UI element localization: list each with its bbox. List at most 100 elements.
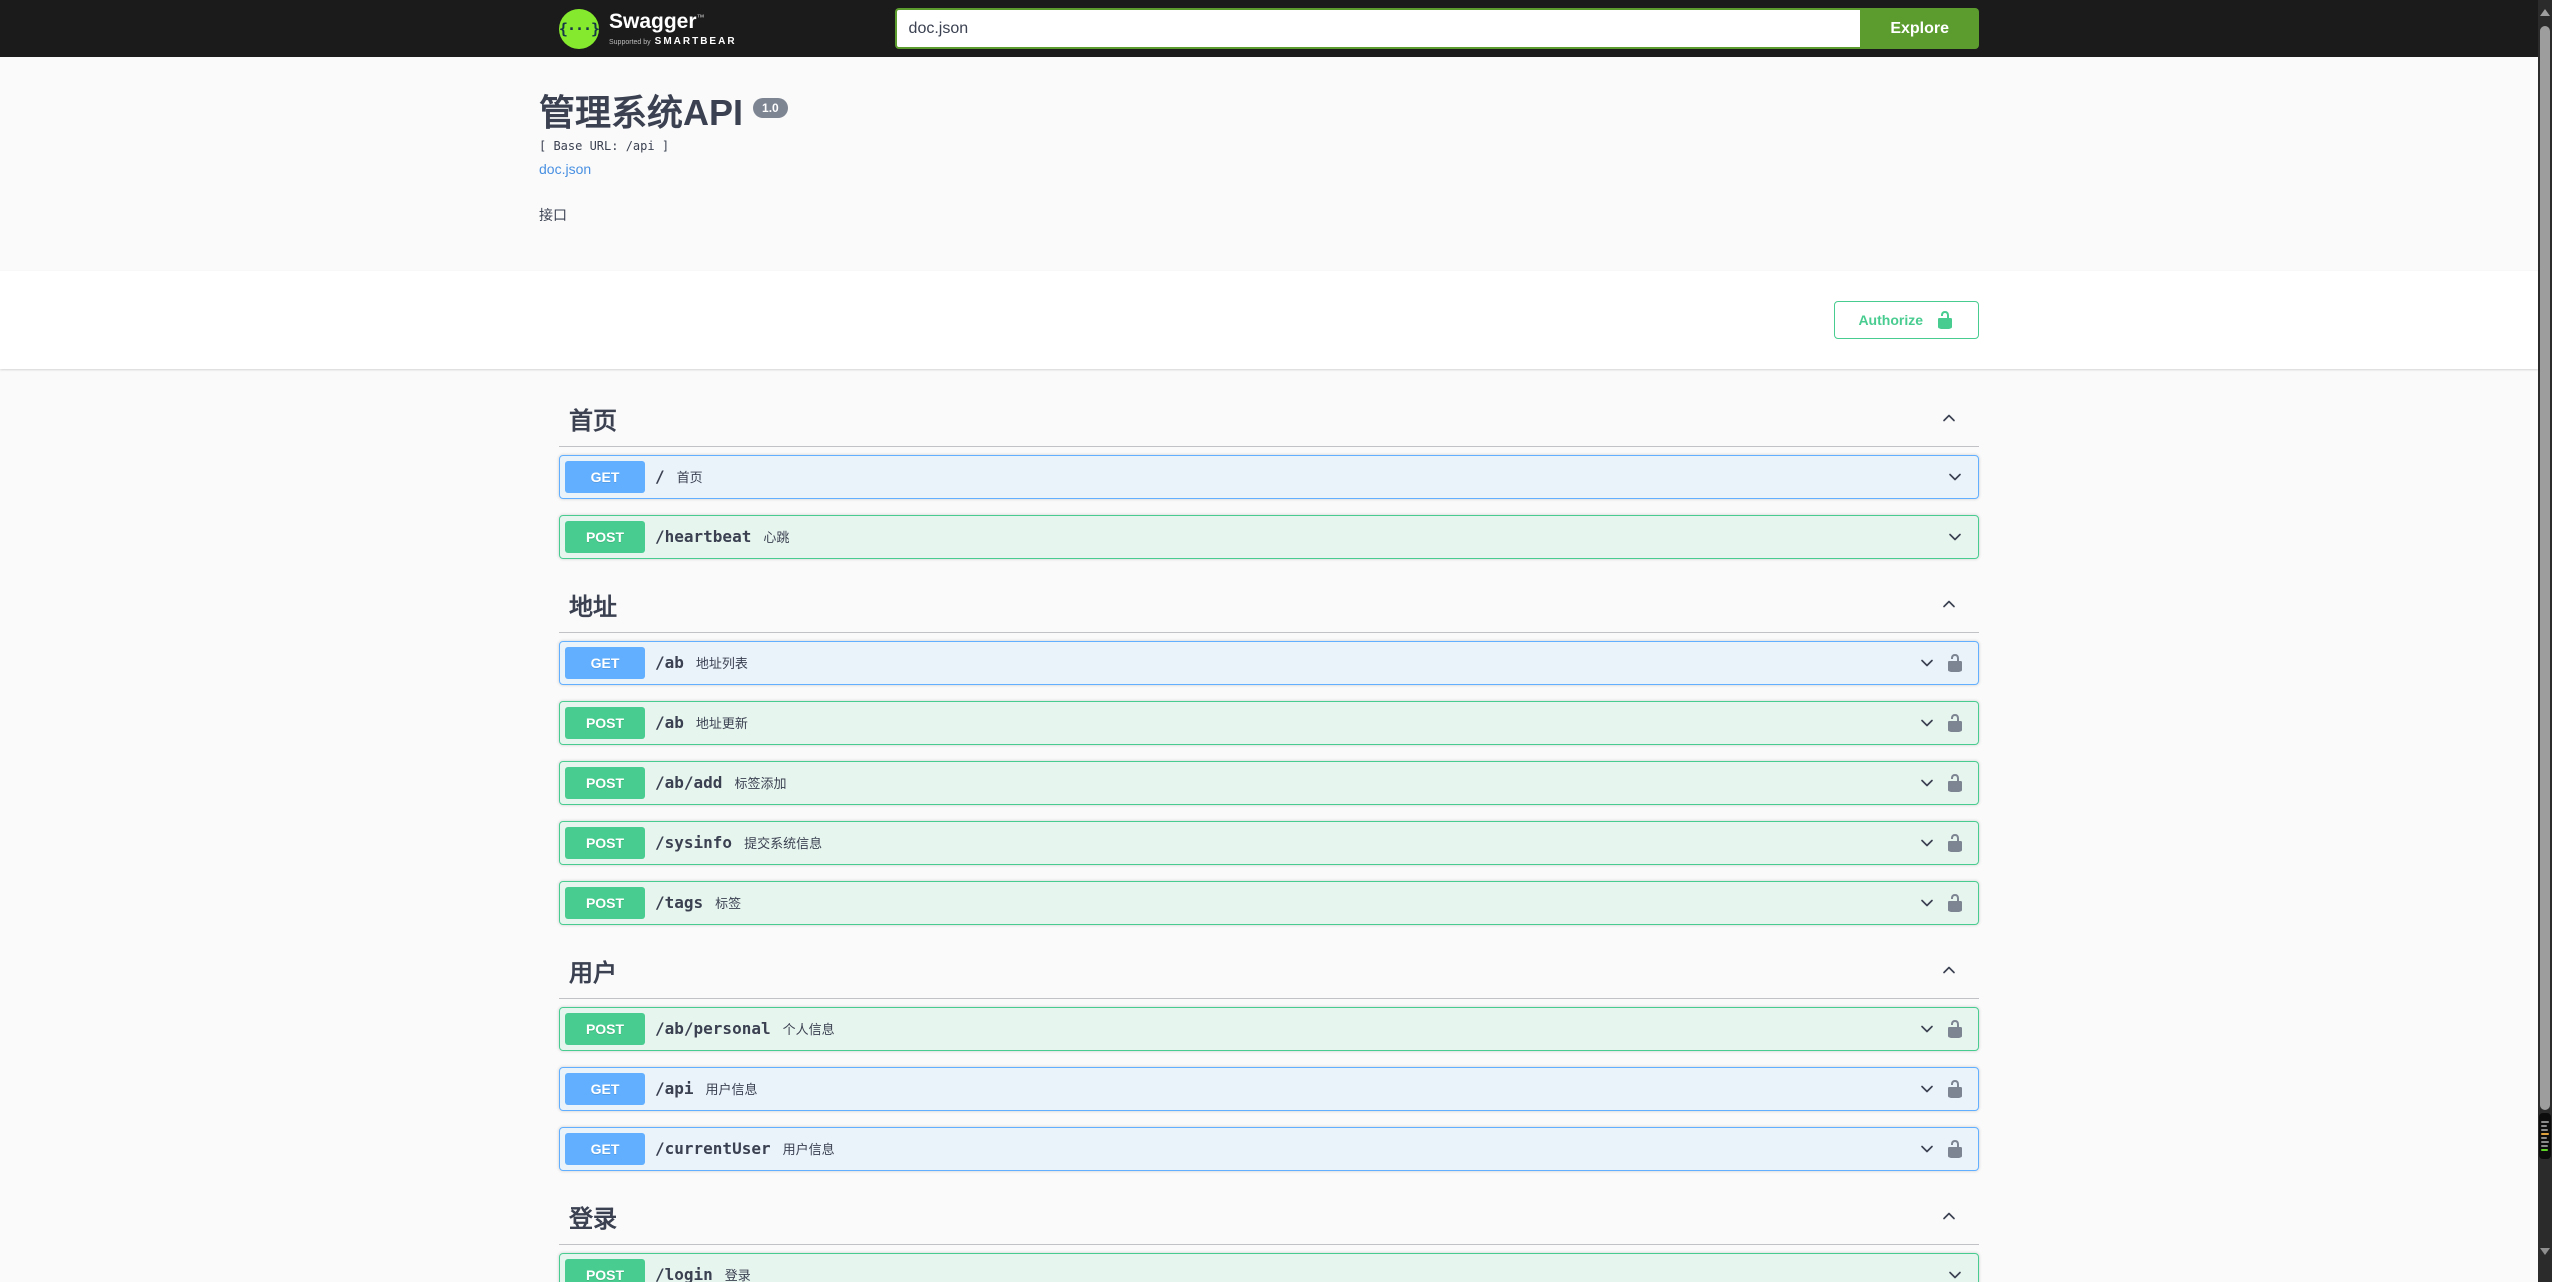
opblock-summary[interactable]: POST /sysinfo 提交系统信息 — [560, 822, 1978, 864]
chevron-down-icon — [1949, 473, 1961, 480]
swagger-logo-icon: {···} — [559, 8, 600, 49]
opblock: GET /api 用户信息 — [559, 1066, 1979, 1111]
smartbear-brand-label: SMARTBEAR — [654, 35, 737, 47]
opblock-summary[interactable]: POST /ab/add 标签添加 — [560, 762, 1978, 804]
scrollbar-marker-badge — [2539, 1113, 2551, 1159]
tag-section-home: 首页 GET / 首页 POST /heartbeat 心跳 — [559, 391, 1979, 559]
operation-summary: 标签添加 — [734, 776, 787, 792]
authorization-lock-button[interactable] — [1945, 773, 1965, 793]
base-url: [ Base URL: /api ] — [539, 138, 670, 153]
opblock: GET /ab 地址列表 — [559, 640, 1979, 685]
operation-summary: 用户信息 — [782, 1142, 835, 1158]
opblock: POST /ab/add 标签添加 — [559, 760, 1979, 805]
opblock-summary[interactable]: POST /login 登录 — [560, 1254, 1978, 1282]
authorization-lock-button[interactable] — [1945, 1019, 1965, 1039]
spec-url-input[interactable] — [894, 8, 1861, 49]
authorize-button[interactable]: Authorize — [1834, 300, 1979, 339]
chevron-down-icon — [1921, 1145, 1933, 1152]
authorize-label: Authorize — [1858, 311, 1923, 328]
opblock: POST /ab/personal 个人信息 — [559, 1006, 1979, 1051]
topbar: {···} Swagger™ Supported by SMARTBEAR Ex… — [0, 0, 2538, 57]
spec-url-form: Explore — [894, 8, 1979, 49]
operation-path: /ab — [655, 653, 684, 673]
chevron-up-icon — [1943, 600, 1955, 608]
api-title: 管理系统API 1.0 — [539, 93, 1999, 133]
tag-header-address[interactable]: 地址 — [559, 577, 1979, 633]
authorization-lock-button[interactable] — [1945, 893, 1965, 913]
unlocked-padlock-icon — [1948, 1139, 1962, 1158]
spec-link[interactable]: doc.json — [539, 161, 591, 177]
authorization-lock-button[interactable] — [1945, 653, 1965, 673]
operation-path: /currentUser — [655, 1139, 771, 1159]
tag-header-home[interactable]: 首页 — [559, 391, 1979, 447]
unlocked-padlock-icon — [1948, 1079, 1962, 1098]
version-badge: 1.0 — [753, 98, 788, 118]
tag-name: 地址 — [569, 593, 617, 621]
operation-path: /sysinfo — [655, 833, 733, 853]
tag-header-user[interactable]: 用户 — [559, 943, 1979, 999]
swagger-logo-text: Swagger™ — [609, 11, 737, 32]
trademark-mark: ™ — [696, 12, 705, 22]
supported-by-label: Supported by — [609, 38, 651, 46]
opblock-summary[interactable]: POST /ab 地址更新 — [560, 702, 1978, 744]
tag-name: 登录 — [569, 1205, 617, 1233]
tag-section-login: 登录 POST /login 登录 POST /loginStatus 登录状态 — [559, 1189, 1979, 1282]
tag-name: 首页 — [569, 407, 617, 435]
method-badge: POST — [565, 766, 645, 799]
opblock: POST /ab 地址更新 — [559, 700, 1979, 745]
tag-header-login[interactable]: 登录 — [559, 1189, 1979, 1245]
operations-wrapper: 首页 GET / 首页 POST /heartbeat 心跳 地址 GET /a… — [539, 391, 1999, 1282]
swagger-logo[interactable]: {···} Swagger™ Supported by SMARTBEAR — [559, 8, 737, 49]
method-badge: POST — [565, 1258, 645, 1282]
operation-summary: 地址更新 — [695, 716, 748, 732]
operation-path: /ab/personal — [655, 1019, 771, 1039]
opblock-summary[interactable]: GET /ab 地址列表 — [560, 642, 1978, 684]
operation-summary: 首页 — [676, 470, 703, 486]
operation-path: /ab — [655, 713, 684, 733]
info-section: 管理系统API 1.0 [ Base URL: /api ] doc.json 接… — [539, 57, 1999, 271]
operation-path: /api — [655, 1079, 694, 1099]
tag-section-address: 地址 GET /ab 地址列表 POST /ab 地址更新 POST /ab/a… — [559, 577, 1979, 925]
opblock-summary[interactable]: GET / 首页 — [560, 456, 1978, 498]
authorization-lock-button[interactable] — [1945, 833, 1965, 853]
chevron-down-icon — [1949, 533, 1961, 540]
chevron-down-icon — [1921, 839, 1933, 846]
scroll-up-arrow-icon[interactable] — [2540, 9, 2550, 16]
opblock-summary[interactable]: POST /ab/personal 个人信息 — [560, 1008, 1978, 1050]
chevron-down-icon — [1921, 899, 1933, 906]
vertical-scrollbar[interactable] — [2538, 0, 2552, 1282]
method-badge: POST — [565, 520, 645, 553]
operation-summary: 登录 — [724, 1268, 751, 1282]
opblock-summary[interactable]: POST /tags 标签 — [560, 882, 1978, 924]
operation-path: /tags — [655, 893, 704, 913]
authorization-lock-button[interactable] — [1945, 713, 1965, 733]
chevron-down-icon — [1921, 719, 1933, 726]
logo-title-text: Swagger — [609, 9, 697, 33]
scroll-down-arrow-icon[interactable] — [2540, 1248, 2550, 1255]
opblock-summary[interactable]: GET /currentUser 用户信息 — [560, 1128, 1978, 1170]
opblock: POST /sysinfo 提交系统信息 — [559, 820, 1979, 865]
operation-path: / — [655, 467, 665, 487]
opblock: GET /currentUser 用户信息 — [559, 1126, 1979, 1171]
unlocked-padlock-icon — [1938, 310, 1952, 329]
explore-button[interactable]: Explore — [1860, 8, 1979, 49]
chevron-down-icon — [1921, 779, 1933, 786]
method-badge: POST — [565, 826, 645, 859]
authorization-lock-button[interactable] — [1945, 1139, 1965, 1159]
unlocked-padlock-icon — [1948, 893, 1962, 912]
authorization-lock-button[interactable] — [1945, 1079, 1965, 1099]
scheme-container: Authorize — [0, 270, 2538, 369]
operation-summary: 提交系统信息 — [744, 836, 823, 852]
swagger-ui-page: {···} Swagger™ Supported by SMARTBEAR Ex… — [0, 0, 2538, 1282]
unlocked-padlock-icon — [1948, 1019, 1962, 1038]
opblock-summary[interactable]: GET /api 用户信息 — [560, 1068, 1978, 1110]
tag-name: 用户 — [569, 959, 617, 987]
operation-summary: 心跳 — [763, 530, 790, 546]
unlocked-padlock-icon — [1948, 713, 1962, 732]
scrollbar-thumb[interactable] — [2540, 26, 2550, 1110]
operation-summary: 标签 — [715, 896, 742, 912]
chevron-down-icon — [1921, 659, 1933, 666]
operation-summary: 地址列表 — [695, 656, 748, 672]
opblock-summary[interactable]: POST /heartbeat 心跳 — [560, 516, 1978, 558]
chevron-down-icon — [1921, 1025, 1933, 1032]
